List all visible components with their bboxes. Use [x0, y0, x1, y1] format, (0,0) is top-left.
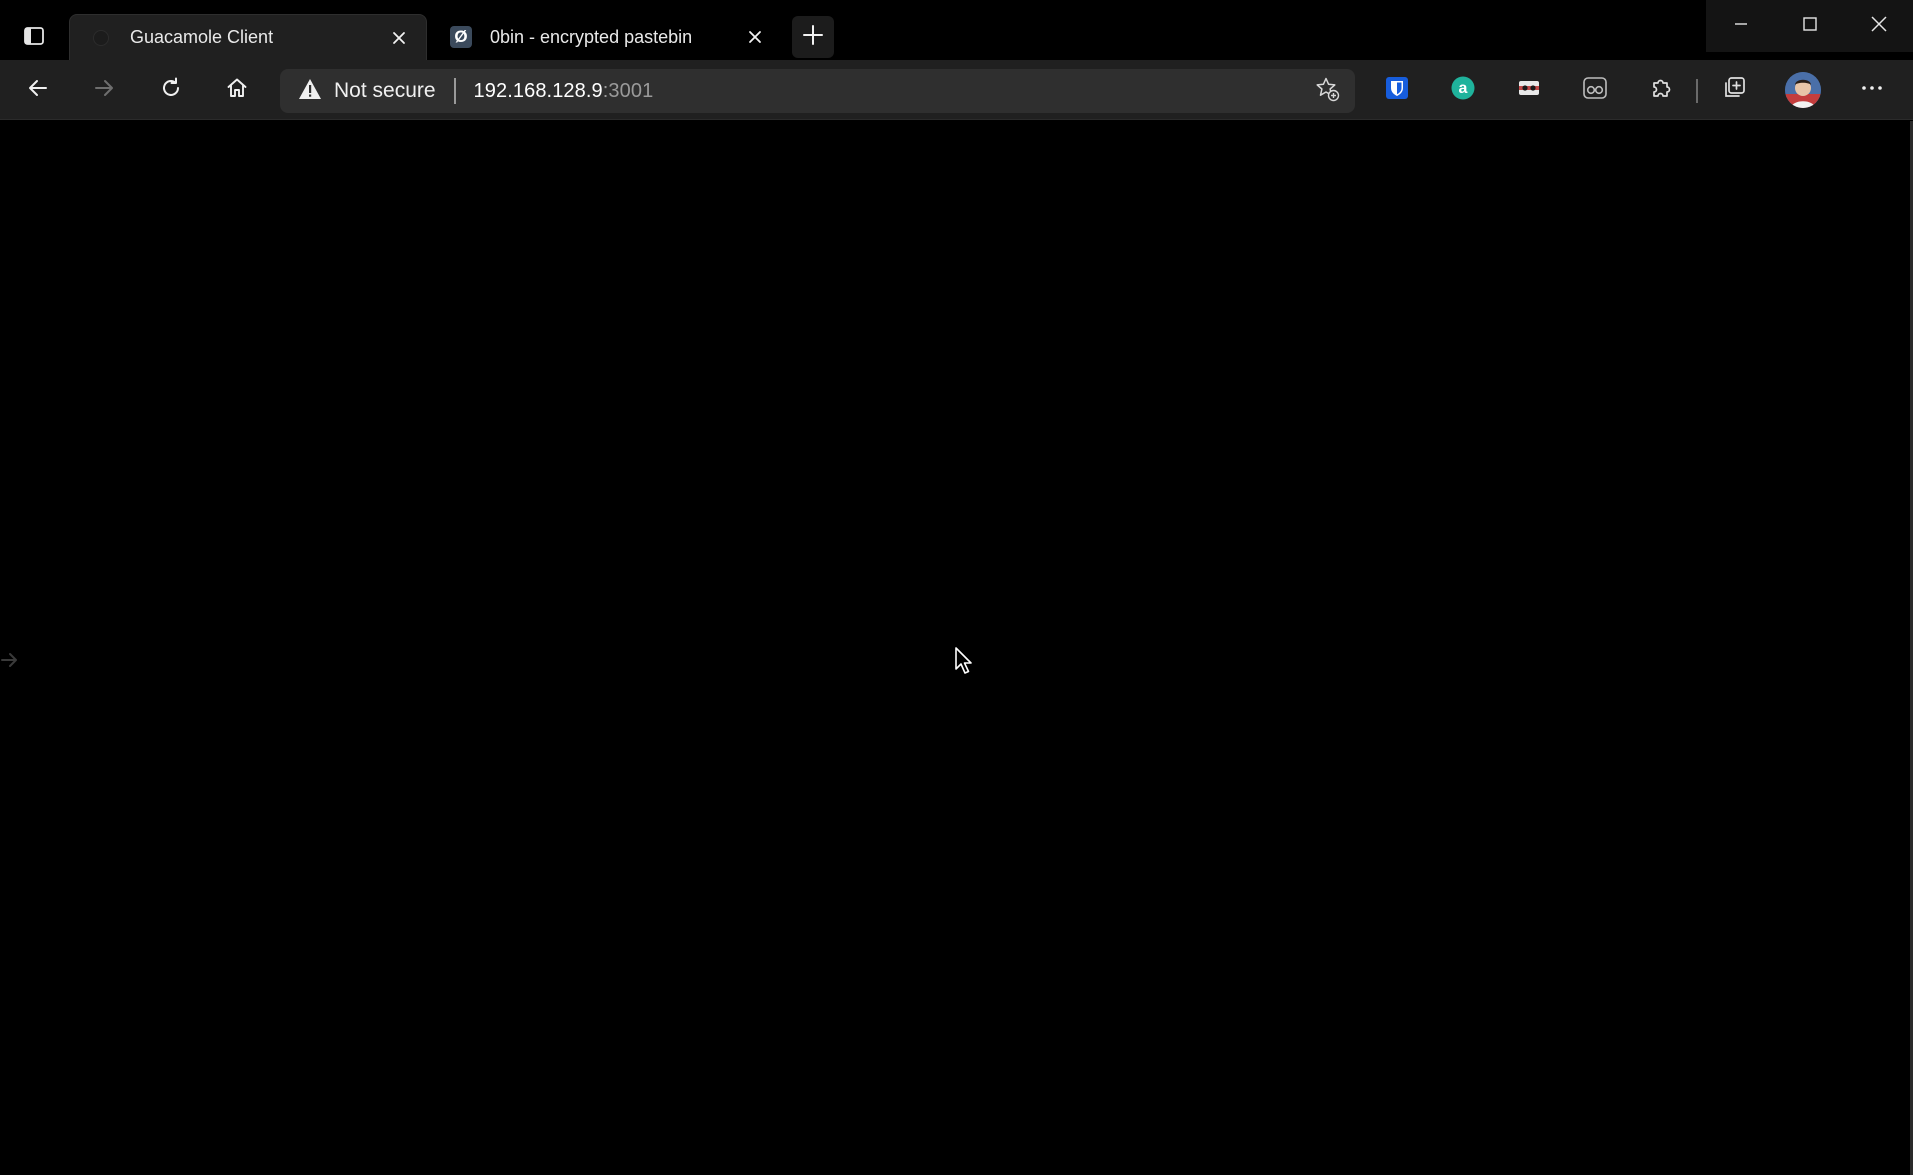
- address-divider: [453, 78, 456, 104]
- more-menu-icon: [1860, 76, 1884, 105]
- guacamole-menu-arrow-icon[interactable]: [0, 648, 20, 672]
- collections-icon: [1721, 75, 1747, 106]
- home-icon: [225, 76, 249, 105]
- home-button[interactable]: [215, 70, 259, 110]
- tab-title: Guacamole Client: [130, 27, 274, 47]
- site-info-button[interactable]: Not secure: [280, 69, 436, 113]
- tab-0bin[interactable]: Ø 0bin - encrypted pastebin: [430, 14, 782, 60]
- extensions-button[interactable]: [1639, 70, 1683, 110]
- url-text[interactable]: 192.168.128.9:3001: [474, 80, 654, 103]
- back-button[interactable]: [16, 70, 60, 110]
- security-label: Not secure: [334, 79, 436, 102]
- refresh-button[interactable]: [149, 70, 193, 110]
- tab-actions-icon: [22, 24, 46, 53]
- warning-triangle-icon: [298, 78, 322, 105]
- window-controls: [1706, 0, 1913, 52]
- a-extension-button[interactable]: a: [1441, 70, 1485, 110]
- address-bar[interactable]: Not secure 192.168.128.9:3001: [280, 69, 1355, 113]
- close-window-button[interactable]: [1844, 0, 1913, 52]
- forward-arrow-icon: [92, 76, 116, 105]
- a-extension-icon: a: [1450, 75, 1476, 106]
- back-arrow-icon: [26, 76, 50, 105]
- minimize-icon: [1733, 16, 1749, 37]
- tab-actions-button[interactable]: [12, 18, 56, 58]
- tab-close-icon[interactable]: [742, 24, 768, 50]
- url-host: 192.168.128.9: [473, 79, 603, 102]
- new-tab-button[interactable]: [792, 16, 834, 58]
- refresh-icon: [159, 76, 183, 105]
- settings-menu-button[interactable]: [1850, 70, 1894, 110]
- 0bin-favicon-icon: Ø: [450, 26, 472, 48]
- toolbar-divider: [1696, 79, 1698, 103]
- add-favorite-icon: [1314, 76, 1340, 107]
- minimize-button[interactable]: [1706, 0, 1775, 52]
- url-port: :3001: [602, 79, 654, 102]
- maximize-icon: [1802, 16, 1818, 37]
- forward-button[interactable]: [82, 70, 126, 110]
- mouse-cursor-icon: [954, 646, 974, 676]
- collections-button[interactable]: [1712, 70, 1756, 110]
- close-icon: [1870, 15, 1888, 38]
- tab-strip: Guacamole Client Ø 0bin - encrypted past…: [0, 0, 1913, 60]
- profile-button[interactable]: [1781, 70, 1825, 110]
- browser-toolbar: Not secure 192.168.128.9:3001 a: [0, 60, 1913, 120]
- tab-close-icon[interactable]: [386, 25, 412, 51]
- tab-guacamole-client[interactable]: Guacamole Client: [69, 14, 427, 60]
- bitwarden-extension-button[interactable]: [1375, 70, 1419, 110]
- tab-title: 0bin - encrypted pastebin: [490, 26, 693, 47]
- maximize-button[interactable]: [1775, 0, 1844, 52]
- profile-avatar: [1785, 72, 1821, 108]
- privacy-extension-button[interactable]: [1507, 70, 1551, 110]
- add-favorite-button[interactable]: [1307, 71, 1347, 111]
- privacy-extension-icon: [1516, 75, 1542, 106]
- extensions-puzzle-icon: [1648, 75, 1674, 106]
- bitwarden-icon: [1384, 75, 1410, 106]
- reader-glasses-icon: [1581, 75, 1609, 106]
- guacamole-favicon-icon: [90, 27, 112, 49]
- reader-extension-button[interactable]: [1573, 70, 1617, 110]
- svg-text:a: a: [1459, 80, 1468, 97]
- plus-icon: [802, 24, 824, 51]
